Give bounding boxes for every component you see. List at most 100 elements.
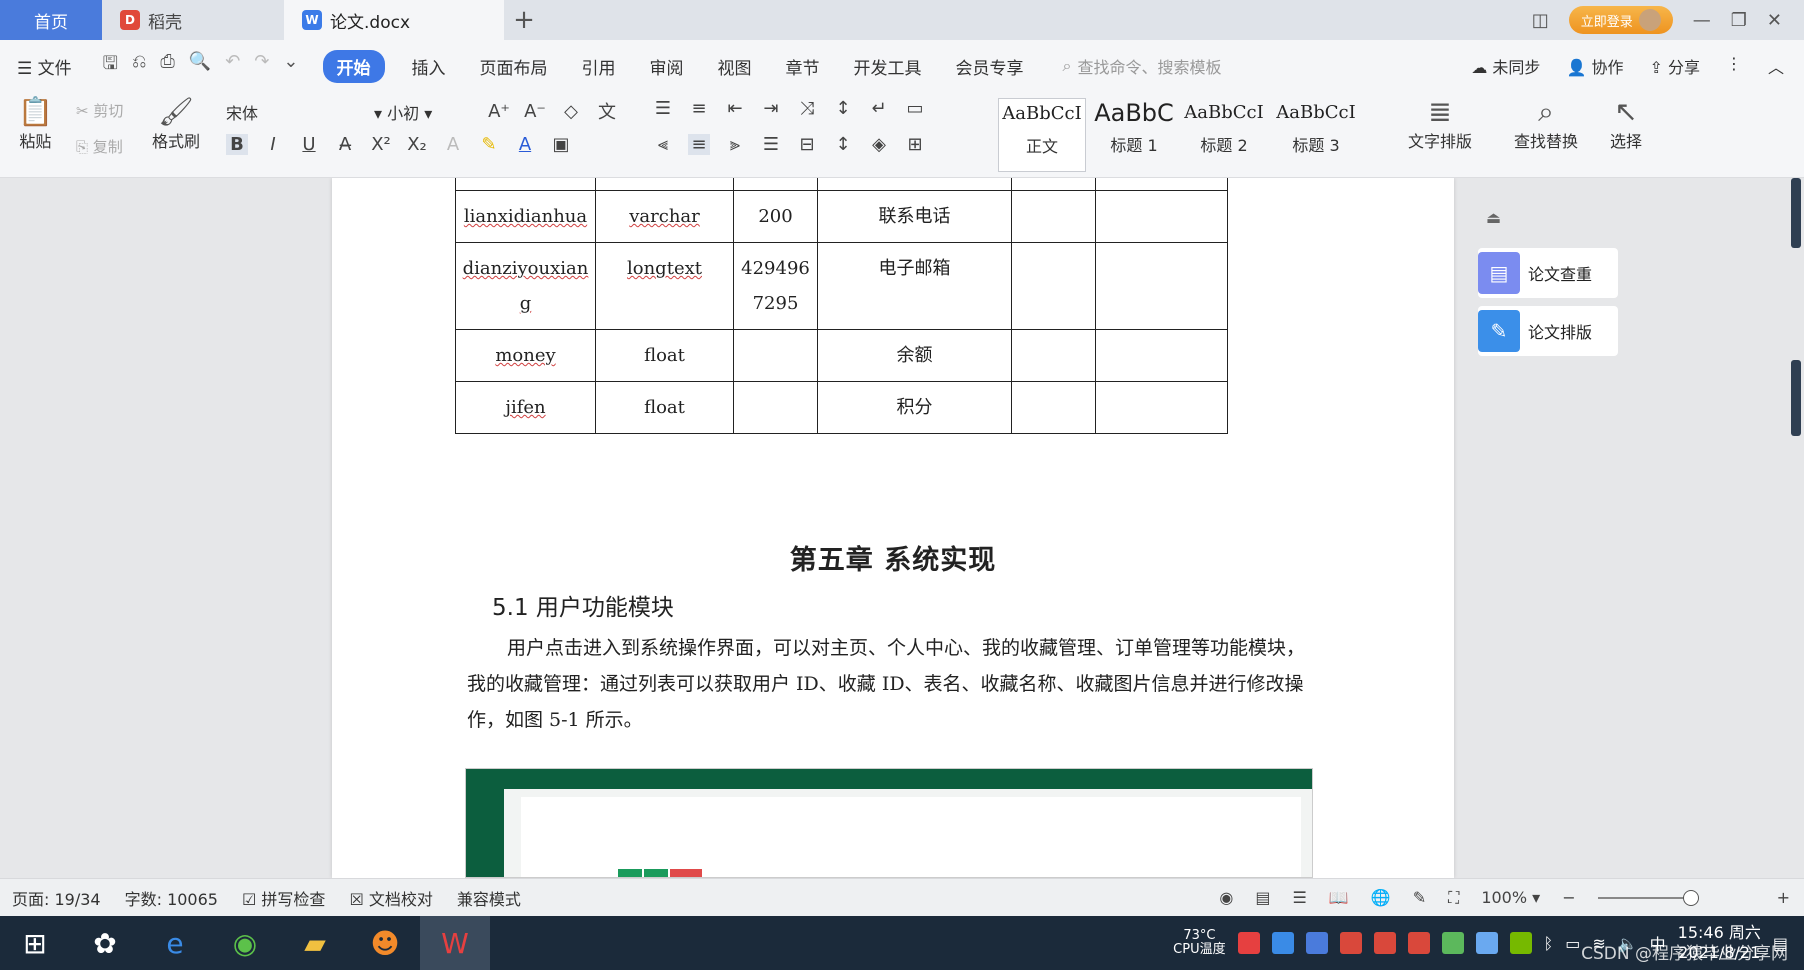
- tray-icon[interactable]: [1339, 932, 1362, 954]
- shield-icon[interactable]: [1305, 932, 1328, 954]
- line-spacing-icon[interactable]: ↕: [832, 134, 854, 155]
- tray-icon[interactable]: [1373, 932, 1396, 954]
- distribute-icon[interactable]: ⊟: [796, 134, 818, 155]
- text-layout-button[interactable]: ≣ 文字排版: [1408, 96, 1472, 152]
- ie-icon[interactable]: e: [140, 916, 210, 970]
- bluetooth-icon[interactable]: ᛒ: [1544, 934, 1554, 953]
- eye-icon[interactable]: ◉: [1219, 888, 1233, 907]
- font-name-select[interactable]: 宋体: [226, 100, 258, 124]
- align-left-icon[interactable]: ⫷: [652, 134, 674, 155]
- command-search[interactable]: ⌕ 查找命令、搜索模板: [1063, 54, 1222, 78]
- increase-indent-icon[interactable]: ⇥: [760, 98, 782, 119]
- ruler-icon[interactable]: ▭: [904, 98, 926, 119]
- start-icon[interactable]: ⊞: [0, 916, 70, 970]
- close-icon[interactable]: ✕: [1767, 10, 1782, 31]
- zoom-in-icon[interactable]: +: [1777, 888, 1790, 907]
- redo-icon[interactable]: ↷: [254, 51, 269, 81]
- tray-icon[interactable]: [1271, 932, 1294, 954]
- align-right-icon[interactable]: ⫸: [724, 134, 746, 155]
- grow-font-icon[interactable]: A⁺: [488, 101, 510, 122]
- app-icon[interactable]: ✿: [70, 916, 140, 970]
- font-size-select[interactable]: ▾ 小初 ▾: [374, 100, 432, 124]
- login-button[interactable]: 立即登录: [1568, 6, 1673, 34]
- tray-icon[interactable]: [1441, 932, 1464, 954]
- restore-icon[interactable]: ❐: [1731, 10, 1747, 31]
- page-view-icon[interactable]: ▤: [1255, 888, 1270, 907]
- superscript-icon[interactable]: X²: [370, 134, 392, 155]
- tab-review[interactable]: 审阅: [633, 54, 701, 79]
- scroll-thumb[interactable]: [1791, 360, 1801, 436]
- zoom-level[interactable]: 100% ▾: [1481, 888, 1540, 907]
- paste-button[interactable]: 📋 粘贴: [18, 96, 53, 152]
- thesis-layout-button[interactable]: ✎ 论文排版: [1478, 306, 1618, 356]
- page-indicator[interactable]: 页面: 19/34: [0, 886, 113, 910]
- strikethrough-icon[interactable]: A̶: [334, 134, 356, 155]
- zoom-out-icon[interactable]: −: [1562, 888, 1575, 907]
- tab-daoke[interactable]: D 稻壳: [102, 0, 284, 40]
- shrink-font-icon[interactable]: A⁻: [524, 101, 546, 122]
- panel-collapse-icon[interactable]: ⏏: [1486, 208, 1501, 227]
- minimize-icon[interactable]: —: [1693, 10, 1711, 31]
- print-icon[interactable]: ⎙: [160, 51, 174, 81]
- save-icon[interactable]: 🖫: [103, 51, 118, 81]
- zoom-slider[interactable]: [1597, 889, 1699, 906]
- style-heading-2[interactable]: AaBbCcI 标题 2: [1180, 98, 1268, 156]
- text-direction-icon[interactable]: ⤨: [796, 98, 818, 119]
- undo-icon[interactable]: ↶: [225, 51, 240, 81]
- subscript-icon[interactable]: X₂: [406, 134, 428, 155]
- thesis-check-button[interactable]: ▤ 论文查重: [1478, 248, 1618, 298]
- text-effect-icon[interactable]: A: [442, 134, 464, 155]
- char-border-icon[interactable]: ▣: [550, 134, 572, 155]
- chevron-down-icon[interactable]: ⌄: [283, 51, 298, 81]
- decrease-indent-icon[interactable]: ⇤: [724, 98, 746, 119]
- bold-icon[interactable]: B: [226, 134, 248, 155]
- font-color-icon[interactable]: A: [514, 134, 536, 155]
- read-view-icon[interactable]: 📖: [1329, 888, 1349, 907]
- nvidia-icon[interactable]: [1509, 932, 1532, 954]
- format-painter-button[interactable]: 🖌 格式刷: [152, 96, 200, 152]
- browser-icon[interactable]: ◉: [210, 916, 280, 970]
- underline-icon[interactable]: U: [298, 134, 320, 155]
- vertical-scrollbar[interactable]: [1788, 178, 1804, 878]
- clear-format-icon[interactable]: ◇: [560, 101, 582, 122]
- tab-page-layout[interactable]: 页面布局: [463, 54, 565, 79]
- spell-check-button[interactable]: ☑ 拼写检查: [230, 886, 337, 910]
- cut-button[interactable]: ✂ 剪切: [76, 100, 123, 121]
- battery-icon[interactable]: ▭: [1565, 934, 1580, 953]
- highlight-icon[interactable]: ✎: [478, 134, 500, 155]
- align-center-icon[interactable]: ≡: [688, 134, 710, 155]
- file-menu[interactable]: ☰ 文件: [0, 54, 89, 79]
- tab-start[interactable]: 开始: [322, 49, 385, 83]
- new-tab-button[interactable]: +: [504, 0, 544, 40]
- tab-developer[interactable]: 开发工具: [837, 54, 939, 79]
- copy-button[interactable]: ⎘ 复制: [76, 136, 123, 157]
- sort-icon[interactable]: ↕: [832, 98, 854, 119]
- borders-icon[interactable]: ⊞: [904, 134, 926, 155]
- italic-icon[interactable]: I: [262, 134, 284, 155]
- paragraph-mark-icon[interactable]: ↵: [868, 98, 890, 119]
- tab-insert[interactable]: 插入: [395, 54, 463, 79]
- scroll-thumb[interactable]: [1791, 178, 1801, 248]
- wps-icon[interactable]: W: [420, 916, 490, 970]
- style-heading-3[interactable]: AaBbCcI 标题 3: [1272, 98, 1360, 156]
- collab-button[interactable]: 👤 协作: [1566, 54, 1623, 78]
- justify-icon[interactable]: ☰: [760, 134, 782, 155]
- style-heading-1[interactable]: AaBbC 标题 1: [1090, 98, 1178, 156]
- tray-icon[interactable]: [1237, 932, 1260, 954]
- share-button[interactable]: ⇪ 分享: [1649, 54, 1700, 78]
- preview-icon[interactable]: 🔍: [189, 51, 211, 81]
- tab-chapter[interactable]: 章节: [769, 54, 837, 79]
- proofread-button[interactable]: ☒ 文档校对: [337, 886, 444, 910]
- document-page[interactable]: lianxidianhua varchar 200 联系电话 dianziyouxian…: [332, 178, 1454, 878]
- sync-status[interactable]: ☁ 未同步: [1471, 54, 1540, 78]
- style-normal[interactable]: AaBbCcI 正文: [998, 98, 1086, 172]
- numbered-list-icon[interactable]: ≡: [688, 98, 710, 119]
- tray-icon[interactable]: [1407, 932, 1430, 954]
- outline-view-icon[interactable]: ☰: [1293, 888, 1307, 907]
- undo-alt-icon[interactable]: ⎌: [132, 51, 146, 81]
- select-button[interactable]: ↖ 选择: [1610, 96, 1642, 152]
- tab-document[interactable]: W 论文.docx: [284, 0, 504, 40]
- collapse-ribbon-icon[interactable]: ︿: [1768, 54, 1784, 78]
- game-icon[interactable]: ☻: [350, 916, 420, 970]
- fit-page-icon[interactable]: ⛶: [1448, 888, 1459, 908]
